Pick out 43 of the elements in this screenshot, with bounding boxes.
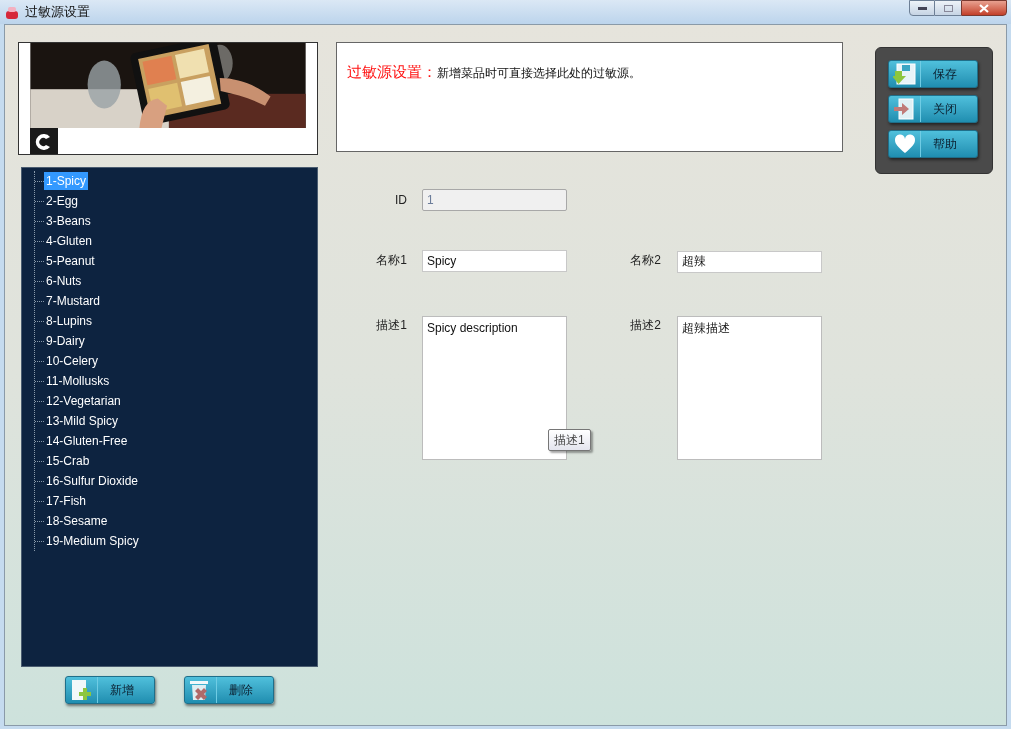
field-label: ID: [394, 192, 407, 209]
close-dialog-button[interactable]: 关闭: [888, 95, 978, 123]
tree-item[interactable]: 8-Lupins: [44, 312, 95, 330]
tree-item[interactable]: 19-Medium Spicy: [44, 532, 141, 550]
field-label: 名称1: [375, 252, 407, 270]
minimize-button[interactable]: [909, 0, 935, 16]
maximize-button[interactable]: [935, 0, 961, 16]
tree-item[interactable]: 5-Peanut: [44, 252, 97, 270]
name-field[interactable]: 超辣: [677, 250, 822, 273]
tree-item[interactable]: 12-Vegetarian: [44, 392, 123, 410]
heart-icon: [893, 134, 916, 154]
help-button[interactable]: 帮助: [888, 130, 978, 158]
tree-item[interactable]: 7-Mustard: [44, 292, 103, 310]
field-label: 描述2: [629, 316, 661, 334]
door-exit-icon: [892, 98, 917, 120]
floppy-disk-icon: [892, 63, 917, 85]
delete-button[interactable]: 删除: [184, 676, 274, 704]
tree-item[interactable]: 14-Gluten-Free: [44, 432, 130, 450]
field-label: 名称2: [629, 252, 661, 270]
tree-item[interactable]: 6-Nuts: [44, 272, 84, 290]
tree-item[interactable]: 15-Crab: [44, 452, 92, 470]
cake-icon: [5, 4, 19, 20]
tree-item[interactable]: 2-Egg: [44, 192, 81, 210]
save-button[interactable]: 保存: [888, 60, 978, 88]
close-icon: [979, 3, 989, 13]
tree-item[interactable]: 17-Fish: [44, 492, 88, 510]
tree-item[interactable]: 9-Dairy: [44, 332, 87, 350]
tree-item[interactable]: 4-Gluten: [44, 232, 95, 250]
window-title: 过敏源设置: [25, 3, 90, 22]
tree-item[interactable]: 10-Celery: [44, 352, 101, 370]
close-button[interactable]: [961, 0, 1007, 16]
add-button[interactable]: 新增: [65, 676, 155, 704]
tree-item[interactable]: 11-Mollusks: [44, 372, 112, 390]
description-field[interactable]: 超辣描述: [677, 315, 822, 460]
document-add-icon: [69, 679, 94, 701]
tree-item[interactable]: 16-Sulfur Dioxide: [44, 472, 141, 490]
tooltip: 描述1: [548, 428, 591, 451]
field-label: 描述1: [375, 316, 407, 334]
tree-item[interactable]: 3-Beans: [44, 212, 93, 230]
info-text: 过敏源设置：新增菜品时可直接选择此处的过敏源。: [347, 62, 642, 82]
tree-item[interactable]: 18-Sesame: [44, 512, 110, 530]
name-field[interactable]: Spicy: [422, 250, 567, 273]
tree-item[interactable]: 13-Mild Spicy: [44, 412, 121, 430]
